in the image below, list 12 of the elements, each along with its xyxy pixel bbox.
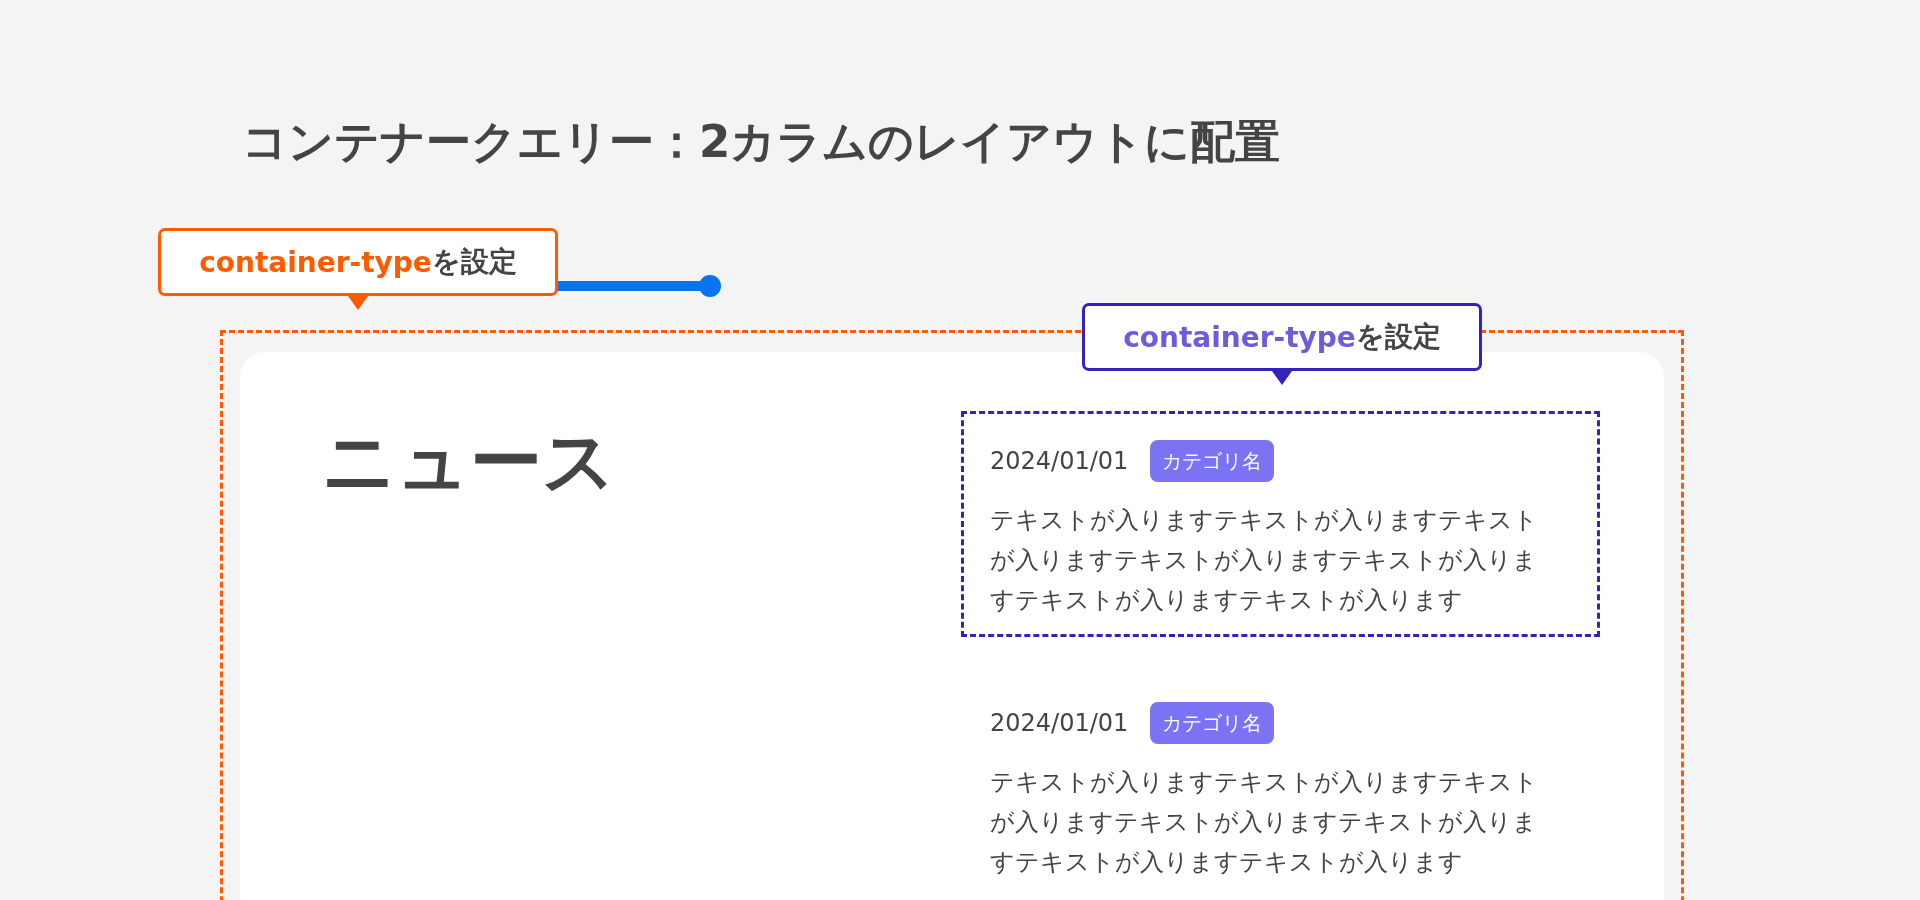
news-date: 2024/01/01 bbox=[990, 446, 1129, 477]
callout-label: container-typeを設定 bbox=[1082, 303, 1482, 371]
section-heading: ニュース bbox=[322, 418, 617, 505]
news-date: 2024/01/01 bbox=[990, 708, 1129, 739]
pointer-icon bbox=[1272, 371, 1292, 385]
callout-label: container-typeを設定 bbox=[158, 228, 558, 296]
page-title: コンテナークエリー：2カラムのレイアウトに配置 bbox=[242, 114, 1282, 170]
category-tag: カテゴリ名 bbox=[1150, 440, 1275, 482]
news-text: テキストが入りますテキストが入りますテキストが入りますテキストが入りますテキストが入りますテキストが入りますテキストが入ります bbox=[990, 505, 1539, 616]
news-text: テキストが入りますテキストが入りますテキストが入りますテキストが入りますテキストが入りますテキストが入りますテキストが入ります bbox=[990, 767, 1539, 878]
pointer-icon bbox=[348, 296, 368, 310]
category-tag: カテゴリ名 bbox=[1150, 702, 1275, 744]
